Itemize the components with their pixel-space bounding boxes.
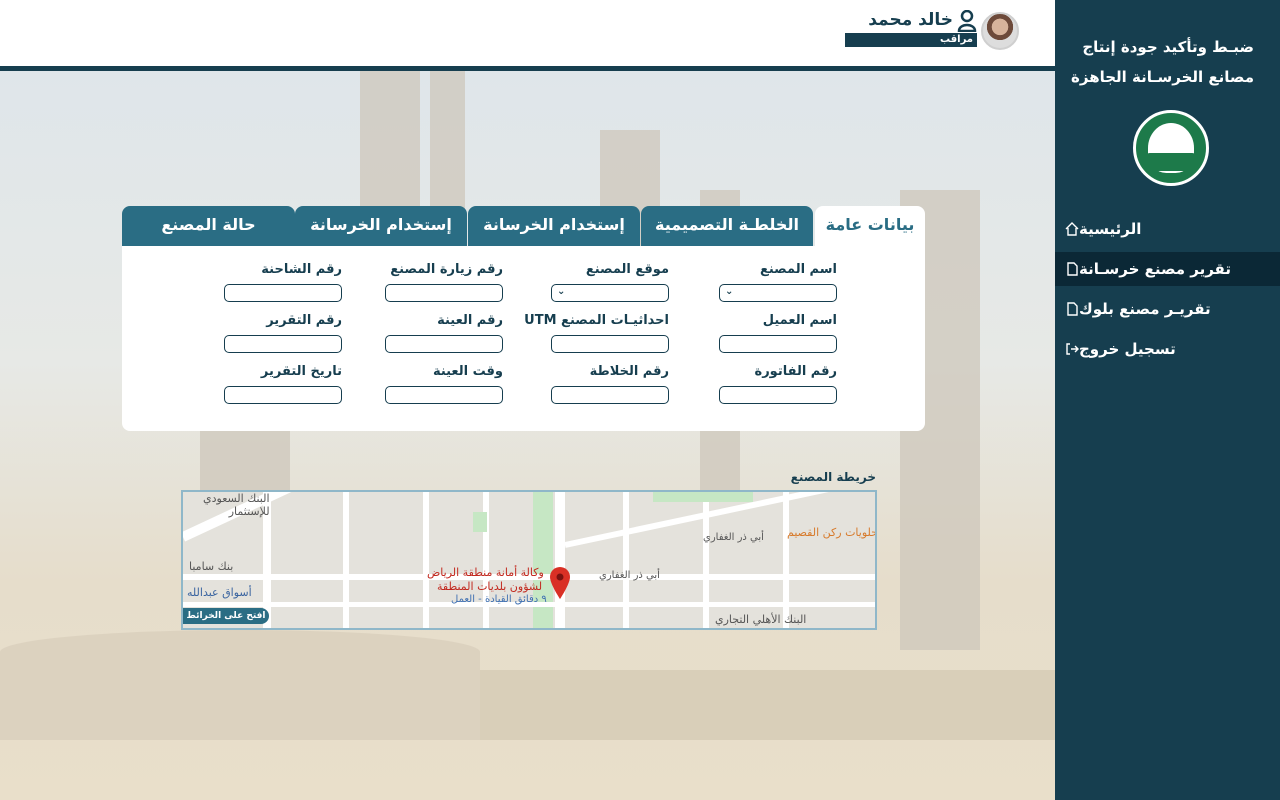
open-in-maps-button[interactable]: افتح على الخرائط — [183, 608, 269, 624]
label-sample-time: وقت العينة — [432, 364, 503, 379]
sidebar-item-label: الرئيسية — [1079, 220, 1142, 238]
label-truck-no: رقم الشاحنة — [261, 262, 342, 277]
general-data-form: اسم المصنع ⌄ موقع المصنع ⌄ رقم زيارة الم… — [122, 246, 925, 431]
label-factory-visit-no: رقم زيارة المصنع — [390, 262, 503, 277]
utm-field[interactable] — [551, 335, 669, 353]
label-client-name: اسم العميل — [762, 313, 837, 328]
report-date-field[interactable] — [224, 386, 342, 404]
tab-design-mix[interactable]: الخلطـة التصميمية — [641, 206, 813, 246]
app-title-line-2: مصانع الخرسـانة الجاهزة — [1071, 68, 1254, 86]
map-label-aswaq: أسواق عبدالله — [187, 586, 252, 599]
report-no-field[interactable] — [224, 335, 342, 353]
sidebar-item-logout[interactable]: تسجيل خروج — [1055, 332, 1280, 366]
mix-no-field[interactable] — [551, 386, 669, 404]
user-role-badge: مراقب — [845, 33, 977, 47]
home-icon — [1065, 222, 1079, 236]
sidebar-item-home[interactable]: الرئيسية — [1055, 212, 1280, 246]
map-label-drive-time: ٩ دقائق القيادة - العمل — [451, 594, 547, 605]
logout-icon — [1066, 343, 1079, 355]
map-label-samba: بنك سامبا — [189, 560, 234, 573]
sidebar-item-block-report[interactable]: تقريـر مصنع بلوك — [1055, 292, 1280, 326]
sidebar-nav: الرئيسية تقرير مصنع خرسـانة تقريـر مصنع … — [1055, 212, 1280, 372]
document-icon — [1067, 302, 1078, 316]
sidebar: ضبـط وتأكيد جودة إنتاج مصانع الخرسـانة ا… — [1055, 0, 1280, 800]
top-header: خالد محمد مراقب — [0, 0, 1055, 66]
tab-general-data[interactable]: بيانات عامة — [815, 206, 925, 246]
label-invoice-no: رقم الفاتورة — [754, 364, 837, 379]
map-label-sweets: حلويات ركن القصيم — [787, 526, 877, 539]
map-label-street-1: أبي ذر الغفاري — [703, 532, 764, 543]
tab-concrete-usage-2[interactable]: إستخدام الخرسانة — [295, 206, 467, 246]
label-report-date: تاريخ التقرير — [260, 364, 342, 379]
sidebar-item-concrete-report[interactable]: تقرير مصنع خرسـانة — [1055, 252, 1280, 286]
truck-no-field[interactable] — [224, 284, 342, 302]
chevron-down-icon: ⌄ — [725, 286, 734, 297]
client-name-field[interactable] — [719, 335, 837, 353]
sidebar-item-label: تقريـر مصنع بلوك — [1079, 300, 1211, 318]
user-name: خالد محمد — [868, 10, 953, 30]
map-pin-icon — [550, 567, 570, 599]
avatar[interactable] — [981, 12, 1019, 50]
label-factory-name: اسم المصنع — [759, 262, 837, 277]
map-title: خريطة المصنع — [790, 470, 876, 484]
user-icon — [957, 10, 977, 32]
header-divider — [0, 66, 1055, 71]
map-label-ahli-bank: البنك الأهلي التجاري — [715, 613, 807, 626]
invoice-no-field[interactable] — [719, 386, 837, 404]
document-icon — [1067, 262, 1078, 276]
factory-map[interactable]: البنك السعودي للإستثمار بنك سامبا أسواق ع… — [181, 490, 877, 630]
factory-visit-no-field[interactable] — [385, 284, 503, 302]
label-utm: احداثيـات المصنع UTM — [524, 313, 669, 328]
map-label-bank-saudi: البنك السعودي للإستثمار — [203, 492, 270, 518]
map-label-place-1: وكالة أمانة منطقة الرياض — [427, 566, 544, 579]
user-profile[interactable]: خالد محمد مراقب — [819, 10, 1019, 54]
riyadh-logo — [1133, 110, 1209, 186]
chevron-down-icon: ⌄ — [557, 286, 566, 297]
label-mix-no: رقم الخلاطة — [589, 364, 669, 379]
map-label-place-2: لشؤون بلديات المنطقة — [437, 580, 543, 593]
label-sample-no: رقم العينة — [437, 313, 503, 328]
app-title-line-1: ضبـط وتأكيد جودة إنتاج — [1082, 38, 1254, 56]
tab-factory-status[interactable]: حالة المصنع — [122, 206, 295, 246]
report-tabs: بيانات عامة الخلطـة التصميمية إستخدام ال… — [122, 206, 925, 246]
label-factory-location: موقع المصنع — [585, 262, 669, 277]
sidebar-item-label: تسجيل خروج — [1079, 340, 1176, 358]
map-label-street-2: أبي ذر الغفاري — [599, 570, 660, 581]
sidebar-item-label: تقرير مصنع خرسـانة — [1079, 260, 1231, 278]
sample-time-field[interactable] — [385, 386, 503, 404]
tab-concrete-usage-1[interactable]: إستخدام الخرسانة — [468, 206, 640, 246]
label-report-no: رقم التقرير — [266, 313, 342, 328]
sample-no-field[interactable] — [385, 335, 503, 353]
background-factory-image — [0, 70, 1055, 800]
factory-name-select[interactable]: ⌄ — [719, 284, 837, 302]
factory-location-select[interactable]: ⌄ — [551, 284, 669, 302]
app-title: ضبـط وتأكيد جودة إنتاج مصانع الخرسـانة ا… — [1054, 32, 1254, 92]
